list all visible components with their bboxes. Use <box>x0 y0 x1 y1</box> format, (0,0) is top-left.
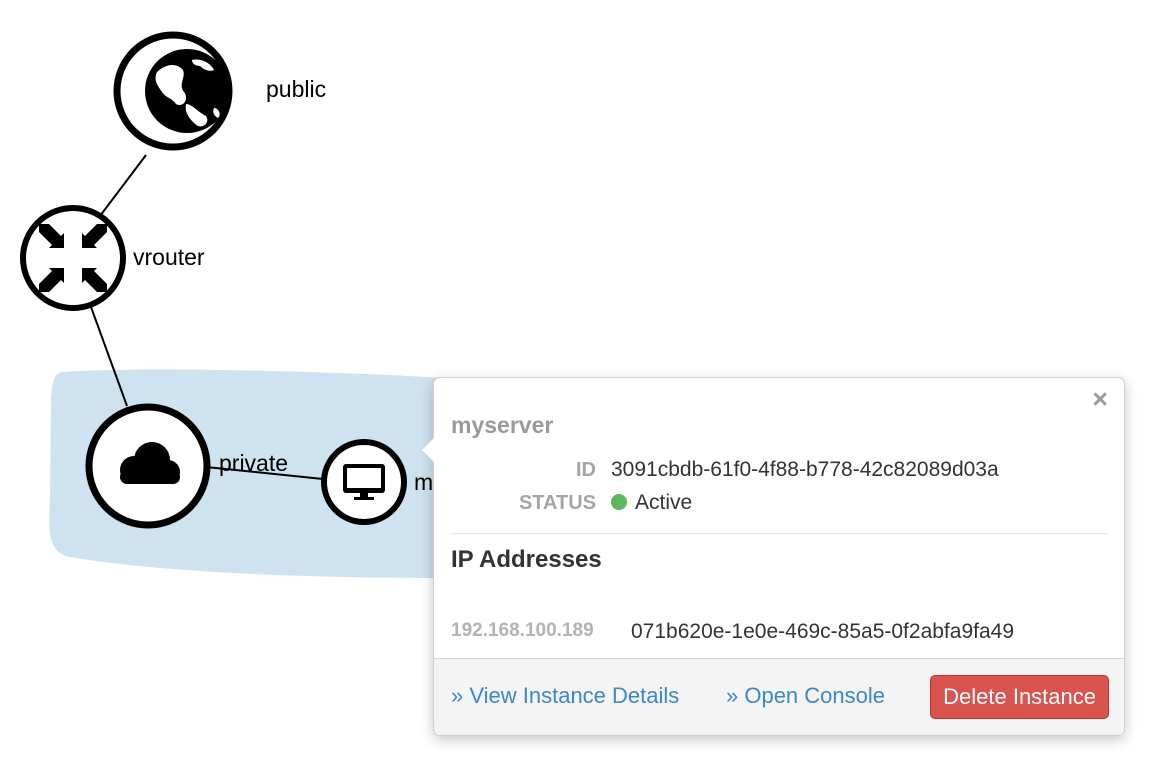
open-console-link[interactable]: » Open Console <box>726 683 885 709</box>
ip-address: 192.168.100.189 <box>451 620 594 641</box>
status-active-icon <box>611 494 627 510</box>
close-button[interactable]: × <box>1092 386 1108 413</box>
popover-arrow <box>422 438 434 462</box>
view-instance-details-link[interactable]: » View Instance Details <box>451 683 679 709</box>
globe-icon <box>145 49 229 133</box>
server-node-label: m <box>414 469 434 495</box>
vrouter-node[interactable] <box>20 205 126 311</box>
private-node-label: private <box>219 450 289 476</box>
private-network-node[interactable] <box>85 403 211 529</box>
delete-instance-button[interactable]: Delete Instance <box>930 675 1109 719</box>
server-instance-node[interactable] <box>321 439 407 525</box>
popover-title: myserver <box>451 412 554 438</box>
status-text: Active <box>635 491 693 514</box>
status-label: STATUS <box>518 492 596 514</box>
divider <box>451 533 1108 534</box>
popover-footer: » View Instance Details » Open Console D… <box>434 658 1124 735</box>
public-node[interactable] <box>113 31 233 151</box>
link-public-vrouter <box>99 154 147 217</box>
id-label: ID <box>576 459 596 481</box>
public-node-label: public <box>266 76 327 102</box>
status-value: Active <box>611 491 692 515</box>
port-id: 071b620e-1e0e-469c-85a5-0f2abfa9fa49 <box>631 620 1014 643</box>
vrouter-node-label: vrouter <box>133 244 205 270</box>
id-value: 3091cbdb-61f0-4f88-b778-42c82089d03a <box>611 458 999 481</box>
instance-popover: × myserver ID 3091cbdb-61f0-4f88-b778-42… <box>422 377 1125 736</box>
ip-addresses-heading: IP Addresses <box>451 546 602 573</box>
